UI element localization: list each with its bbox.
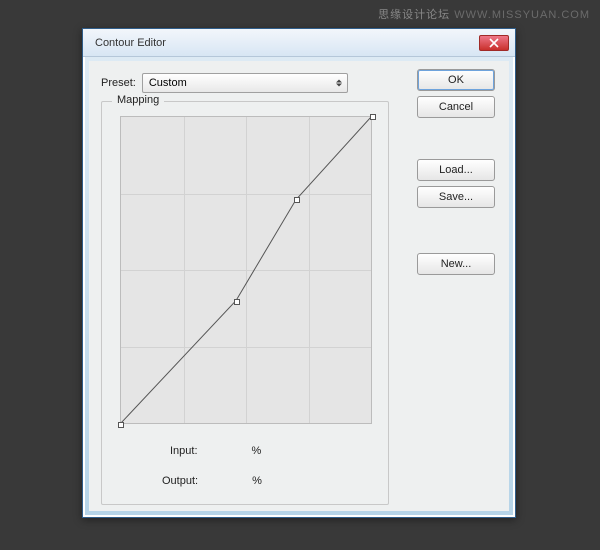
curve-point[interactable] bbox=[370, 114, 376, 120]
output-label: Output: bbox=[162, 475, 198, 487]
mapping-group: Mapping Input: % bbox=[101, 101, 389, 505]
output-row: Output: % bbox=[162, 472, 262, 490]
watermark-url: WWW.MISSYUAN.COM bbox=[454, 9, 590, 21]
watermark: 思缘设计论坛 WWW.MISSYUAN.COM bbox=[378, 6, 590, 22]
ok-button[interactable]: OK bbox=[417, 69, 495, 91]
titlebar[interactable]: Contour Editor bbox=[83, 29, 515, 57]
save-button[interactable]: Save... bbox=[417, 186, 495, 208]
dialog-title: Contour Editor bbox=[89, 37, 166, 49]
curve-point[interactable] bbox=[294, 197, 300, 203]
dialog-body: Preset: Custom Mapping bbox=[89, 61, 509, 511]
input-label: Input: bbox=[170, 445, 198, 457]
load-button[interactable]: Load... bbox=[417, 159, 495, 181]
preset-label: Preset: bbox=[101, 77, 136, 89]
output-unit: % bbox=[252, 475, 262, 487]
dialog-inner: Preset: Custom Mapping bbox=[85, 57, 513, 515]
updown-icon bbox=[336, 80, 342, 87]
curve-point[interactable] bbox=[234, 299, 240, 305]
close-icon bbox=[489, 38, 499, 48]
button-column: OK Cancel Load... Save... New... bbox=[417, 69, 495, 280]
watermark-cn: 思缘设计论坛 bbox=[378, 9, 450, 21]
preset-select[interactable]: Custom bbox=[142, 73, 348, 93]
mapping-label: Mapping bbox=[112, 94, 164, 106]
output-field[interactable] bbox=[204, 472, 246, 490]
contour-editor-dialog: Contour Editor Preset: Custom Mapping bbox=[82, 28, 516, 518]
new-button[interactable]: New... bbox=[417, 253, 495, 275]
input-field[interactable] bbox=[204, 442, 246, 460]
preset-value: Custom bbox=[149, 77, 187, 89]
curve-line bbox=[121, 117, 371, 423]
close-button[interactable] bbox=[479, 35, 509, 51]
input-unit: % bbox=[252, 445, 262, 457]
cancel-button[interactable]: Cancel bbox=[417, 96, 495, 118]
curve-point[interactable] bbox=[118, 422, 124, 428]
curve-canvas[interactable] bbox=[120, 116, 372, 424]
input-row: Input: % bbox=[170, 442, 261, 460]
